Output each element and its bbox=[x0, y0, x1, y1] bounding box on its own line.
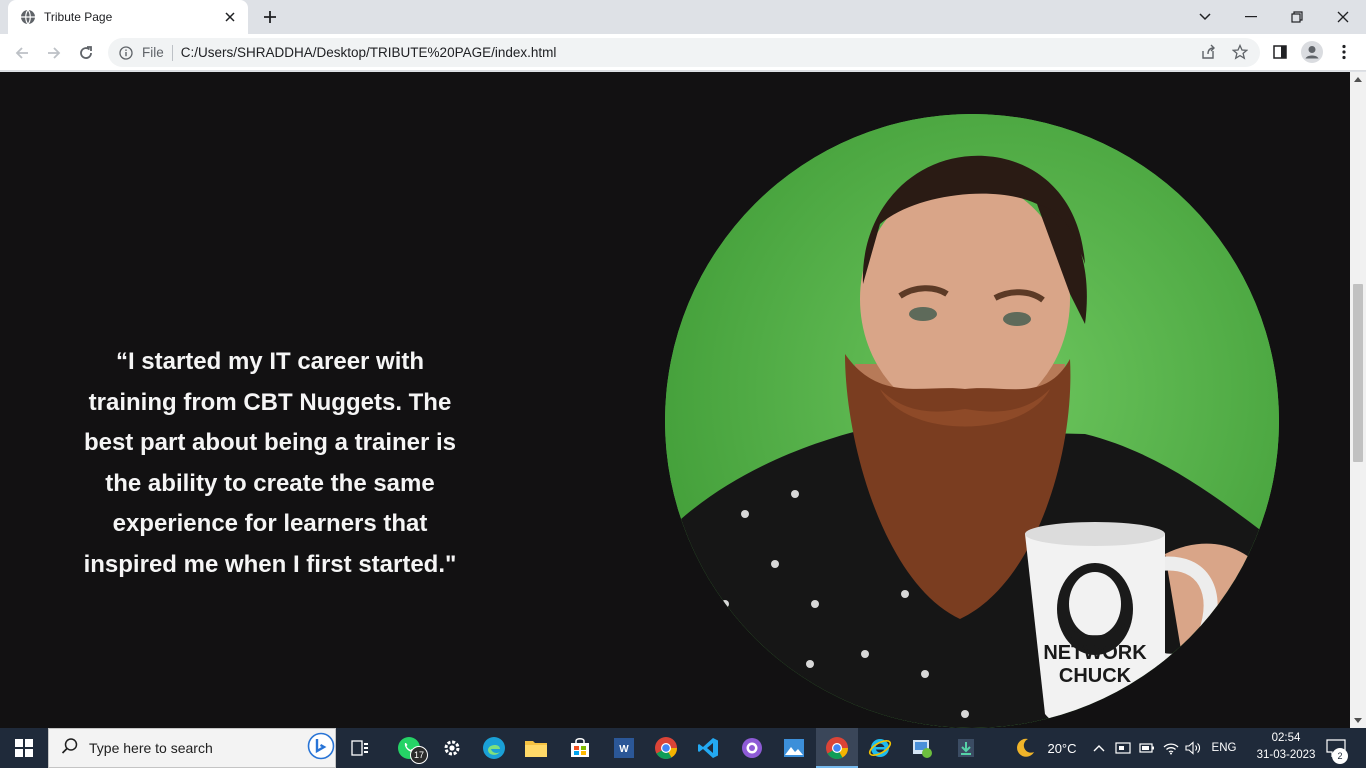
task-view-icon[interactable] bbox=[344, 728, 376, 768]
more-menu-icon[interactable] bbox=[1332, 40, 1356, 64]
search-icon bbox=[61, 737, 79, 760]
chevron-up-icon[interactable] bbox=[1090, 728, 1108, 768]
url-text[interactable]: C:/Users/SHRADDHA/Desktop/TRIBUTE%20PAGE… bbox=[181, 45, 557, 60]
portrait-image: NETWORK CHUCK bbox=[665, 114, 1279, 728]
tab-search-icon[interactable] bbox=[1182, 0, 1228, 34]
svg-text:W: W bbox=[619, 744, 629, 755]
back-arrow-icon[interactable] bbox=[8, 39, 36, 67]
close-window-icon[interactable] bbox=[1320, 0, 1366, 34]
info-icon[interactable] bbox=[118, 45, 134, 61]
reload-icon[interactable] bbox=[72, 39, 100, 67]
meet-now-icon[interactable] bbox=[1112, 728, 1134, 768]
clock-date: 31-03-2023 bbox=[1256, 749, 1316, 761]
side-panel-icon[interactable] bbox=[1268, 40, 1292, 64]
tribute-quote: “I started my IT career with training fr… bbox=[83, 348, 457, 578]
language-text: ENG bbox=[1211, 742, 1237, 754]
word-app-icon[interactable]: W bbox=[608, 728, 640, 768]
language-indicator[interactable]: ENG bbox=[1208, 728, 1240, 768]
scrollbar-thumb[interactable] bbox=[1353, 284, 1363, 462]
volume-icon[interactable] bbox=[1182, 728, 1204, 768]
restore-icon[interactable] bbox=[1274, 0, 1320, 34]
github-desktop-icon[interactable] bbox=[736, 728, 768, 768]
browser-tab[interactable]: Tribute Page bbox=[8, 0, 248, 34]
chrome-active-icon[interactable] bbox=[816, 728, 858, 768]
bookmark-star-icon[interactable] bbox=[1228, 40, 1252, 64]
file-explorer-icon[interactable] bbox=[520, 728, 552, 768]
wifi-icon[interactable] bbox=[1160, 728, 1182, 768]
internet-explorer-icon[interactable] bbox=[864, 728, 896, 768]
installer-icon[interactable] bbox=[950, 728, 982, 768]
profile-avatar-icon[interactable] bbox=[1300, 40, 1324, 64]
minimize-icon[interactable] bbox=[1228, 0, 1274, 34]
control-panel-icon[interactable] bbox=[906, 728, 938, 768]
globe-icon bbox=[20, 9, 36, 25]
weather-temperature[interactable]: 20°C bbox=[1042, 728, 1082, 768]
battery-icon[interactable] bbox=[1136, 728, 1158, 768]
tab-strip: Tribute Page bbox=[0, 0, 1366, 34]
scroll-up-arrow-icon[interactable] bbox=[1350, 72, 1366, 86]
url-separator bbox=[171, 44, 173, 61]
tab-title: Tribute Page bbox=[44, 10, 113, 24]
browser-toolbar: File C:/Users/SHRADDHA/Desktop/TRIBUTE%2… bbox=[0, 34, 1366, 71]
bing-icon[interactable] bbox=[307, 732, 335, 765]
search-placeholder: Type here to search bbox=[89, 740, 213, 756]
weather-moon-icon[interactable] bbox=[1010, 728, 1040, 768]
settings-gear-icon[interactable] bbox=[436, 728, 468, 768]
temperature-text: 20°C bbox=[1047, 740, 1077, 756]
clock-time: 02:54 bbox=[1271, 732, 1301, 744]
edge-browser-icon[interactable] bbox=[478, 728, 510, 768]
mug-text-line2: CHUCK bbox=[1059, 665, 1132, 687]
chrome-icon[interactable] bbox=[650, 728, 682, 768]
taskbar-search-box[interactable]: Type here to search bbox=[48, 728, 336, 768]
scroll-down-arrow-icon[interactable] bbox=[1350, 714, 1366, 728]
mug-text-line1: NETWORK bbox=[1043, 642, 1147, 664]
photos-icon[interactable] bbox=[778, 728, 810, 768]
whatsapp-unread-badge: 17 bbox=[410, 746, 428, 764]
windows-start-icon[interactable] bbox=[0, 728, 48, 768]
microsoft-store-icon[interactable] bbox=[564, 728, 596, 768]
windows-taskbar: Type here to search 17 W 20°C ENG 02:54 … bbox=[0, 728, 1366, 768]
new-tab-button[interactable] bbox=[258, 5, 282, 29]
url-scheme-label: File bbox=[142, 45, 164, 60]
vscode-icon[interactable] bbox=[692, 728, 724, 768]
close-tab-icon[interactable] bbox=[222, 9, 238, 25]
notification-count-badge: 2 bbox=[1332, 748, 1348, 764]
share-icon[interactable] bbox=[1196, 40, 1220, 64]
page-viewport: “I started my IT career with training fr… bbox=[0, 72, 1350, 728]
forward-arrow-icon[interactable] bbox=[40, 39, 68, 67]
vertical-scrollbar[interactable] bbox=[1350, 72, 1366, 728]
system-clock[interactable]: 02:54 31-03-2023 bbox=[1252, 730, 1320, 764]
address-bar[interactable]: File C:/Users/SHRADDHA/Desktop/TRIBUTE%2… bbox=[108, 38, 1260, 67]
